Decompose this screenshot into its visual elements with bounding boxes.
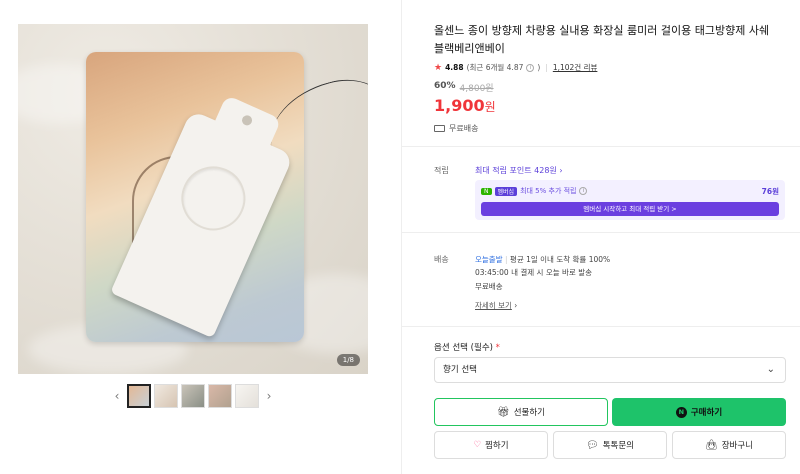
points-label: 적립	[434, 166, 449, 175]
gift-button[interactable]: 🎁︎ 선물하기	[434, 398, 608, 426]
info-icon[interactable]: i	[526, 63, 535, 72]
delivery-today-line: 오늘출발 | 평균 1일 이내 도착 확률 100%	[475, 254, 610, 265]
shipping-row: 무료배송	[434, 123, 478, 134]
talk-inquiry-button[interactable]: 💬︎ 톡톡문의	[553, 431, 667, 459]
thumbnail-1[interactable]	[127, 384, 151, 408]
scent-select[interactable]: 향기 선택 ⌄	[434, 357, 786, 383]
shipping-text: 무료배송	[449, 124, 479, 133]
truck-icon	[434, 125, 445, 132]
main-product-image[interactable]: 1/8	[18, 24, 368, 374]
cart-button[interactable]: 👜︎ 장바구니	[672, 431, 786, 459]
chat-icon: 💬︎	[586, 439, 599, 451]
membership-start-button[interactable]: 멤버십 시작하고 최대 적립 받기 >	[481, 202, 779, 216]
rating-recent-close: )	[537, 63, 541, 72]
buy-button[interactable]: N 구매하기	[612, 398, 786, 426]
wish-button-label: 찜하기	[485, 441, 509, 451]
wish-button[interactable]: ♡ 찜하기	[434, 431, 548, 459]
points-amount: 76원	[761, 187, 779, 196]
gift-button-label: 선물하기	[513, 408, 545, 418]
product-gallery: 1/8 ‹ ›	[0, 0, 402, 474]
discount-row: 60% 4,800원	[434, 81, 494, 94]
chevron-right-icon[interactable]: ›	[262, 383, 276, 409]
section-divider	[402, 232, 800, 233]
required-mark: *	[495, 343, 500, 353]
thumbnail-5[interactable]	[235, 384, 259, 408]
thumbnail-2[interactable]	[154, 384, 178, 408]
info-icon[interactable]: i	[579, 187, 588, 195]
review-count-link[interactable]: 1,102건 리뷰	[553, 62, 598, 73]
star-icon: ★	[434, 62, 443, 73]
points-extra-line: N 멤버십 최대 5% 추가 적립 i	[481, 186, 588, 196]
original-price: 4,800원	[459, 84, 494, 94]
delivery-label: 배송	[434, 255, 449, 264]
tag-hole	[240, 113, 254, 127]
membership-badge: 멤버십	[494, 186, 518, 196]
chevron-left-icon[interactable]: ‹	[110, 383, 124, 409]
thumbnail-4[interactable]	[208, 384, 232, 408]
product-page: 1/8 ‹ › 올센느 종이 방향제 차량용 실내용 화장실 룸미러 걸이용 태…	[0, 0, 800, 474]
rating-recent: (최근 6개월 4.87	[466, 63, 524, 72]
shopping-bag-icon: 👜︎	[705, 439, 718, 451]
option-label-text: 옵션 선택 (필수)	[434, 343, 493, 353]
today-ship-desc: 평균 1일 이내 도착 확률 100%	[509, 255, 611, 264]
sale-price: 1,900원	[434, 96, 496, 115]
chevron-right-icon: ›	[514, 301, 518, 310]
rating-score: 4.88	[445, 63, 464, 72]
thumbnail-strip: ‹ ›	[110, 383, 276, 409]
option-label: 옵션 선택 (필수) *	[434, 341, 500, 353]
delivery-cutoff: 03:45:00 내 결제 시 오늘 바로 발송	[475, 268, 592, 277]
tag-emboss-logo	[171, 156, 256, 241]
gift-icon: 🎁︎	[497, 406, 510, 418]
delivery-detail-link[interactable]: 자세히 보기 ›	[475, 300, 517, 311]
section-divider	[402, 146, 800, 147]
discount-rate: 60%	[434, 81, 456, 91]
section-divider	[402, 326, 800, 327]
detail-link-text: 자세히 보기	[475, 301, 512, 310]
points-box: N 멤버십 최대 5% 추가 적립 i 76원 멤버십 시작하고 최대 적립 받…	[475, 180, 785, 220]
scent-select-value: 향기 선택	[443, 365, 477, 375]
image-counter: 1/8	[336, 354, 360, 366]
separator: |	[505, 255, 508, 264]
points-title-text: 최대 적립 포인트 428원	[475, 166, 557, 175]
separator: |	[545, 63, 548, 72]
delivery-free: 무료배송	[475, 282, 503, 291]
npay-icon: N	[675, 406, 687, 418]
heart-icon: ♡	[473, 440, 482, 450]
thumbnail-3[interactable]	[181, 384, 205, 408]
npay-badge: N	[481, 187, 492, 195]
chevron-right-icon: ›	[559, 166, 563, 175]
product-title: 올센느 종이 방향제 차량용 실내용 화장실 룸미러 걸이용 태그방향제 사쉐 …	[434, 24, 770, 55]
buy-button-label: 구매하기	[690, 408, 723, 418]
today-ship-badge: 오늘출발	[475, 255, 503, 264]
rating-row: ★ 4.88 (최근 6개월 4.87 i) | 1,102건 리뷰	[434, 62, 597, 73]
points-title[interactable]: 최대 적립 포인트 428원 ›	[475, 165, 563, 176]
sale-price-value: 1,900	[434, 96, 485, 115]
points-extra-text: 최대 5% 추가 적립	[520, 187, 577, 195]
price-unit: 원	[484, 100, 496, 114]
cart-button-label: 장바구니	[721, 441, 753, 451]
talk-button-label: 톡톡문의	[602, 441, 634, 451]
chevron-down-icon: ⌄	[766, 364, 775, 375]
